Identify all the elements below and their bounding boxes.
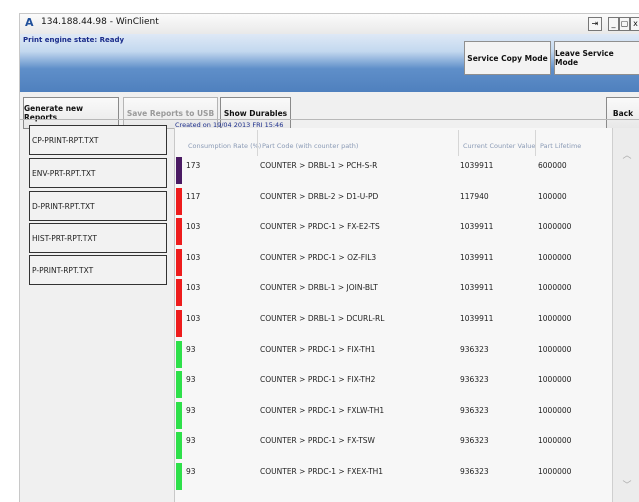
back-button[interactable]: Back	[606, 97, 639, 129]
service-copy-mode-button[interactable]: Service Copy Mode	[464, 41, 551, 75]
status-banner: Print engine state: Ready Service Copy M…	[20, 34, 639, 92]
pin-button[interactable]: ⇥	[588, 17, 602, 31]
consumption-rate-cell: 173	[186, 161, 201, 170]
counter-value-cell: 936323	[460, 405, 489, 415]
report-file-label: D-PRINT-RPT.TXT	[32, 201, 95, 211]
report-file-label: HIST-PRT-RPT.TXT	[32, 233, 97, 243]
counter-value-cell: 936323	[460, 436, 489, 446]
consumption-rate-cell: 93	[186, 344, 196, 354]
part-code-cell: COUNTER > PRDC-1 > OZ-FIL3	[260, 252, 377, 262]
service-copy-mode-label: Service Copy Mode	[467, 53, 548, 63]
column-divider	[257, 130, 258, 156]
part-lifetime-cell: 100000	[538, 191, 567, 201]
counter-value-cell: 1039911	[460, 161, 494, 170]
vertical-scrollbar[interactable]: ︿ ﹀	[612, 128, 639, 502]
consumption-color-bar	[176, 432, 182, 460]
window-title: 134.188.44.98 - WinClient	[41, 17, 159, 27]
part-code-cell: COUNTER > PRDC-1 > FIX-TH2	[260, 375, 376, 385]
maximize-button[interactable]: ▢	[619, 17, 630, 31]
part-code-cell: COUNTER > PRDC-1 > FX-E2-TS	[260, 222, 380, 232]
consumption-rate-cell: 93	[186, 405, 196, 415]
counter-value-cell: 936323	[460, 344, 489, 354]
part-lifetime-cell: 1000000	[538, 375, 572, 385]
scroll-down-icon[interactable]: ﹀	[619, 480, 635, 492]
consumption-rate-cell: 117	[186, 191, 201, 201]
column-divider	[458, 130, 459, 156]
part-lifetime-cell: 1000000	[538, 405, 572, 415]
part-code-cell: COUNTER > PRDC-1 > FX-TSW	[260, 436, 375, 446]
report-created-date: Created on 19/04 2013 FRI 15:46	[175, 121, 284, 129]
report-file-item[interactable]: D-PRINT-RPT.TXT	[29, 191, 167, 221]
consumption-color-bar	[176, 218, 182, 246]
report-file-label: P-PRINT-RPT.TXT	[32, 265, 94, 275]
column-header-part: Part Code (with counter path)	[262, 142, 359, 150]
consumption-rate-cell: 103	[186, 252, 201, 262]
column-divider	[535, 130, 536, 156]
report-file-item[interactable]: ENV-PRT-RPT.TXT	[29, 158, 167, 188]
column-header-lifetime: Part Lifetime	[540, 142, 582, 150]
winclient-window: A 134.188.44.98 - WinClient ⇥ _ ▢ x Prin…	[19, 13, 639, 502]
part-lifetime-cell: 1000000	[538, 467, 572, 476]
consumption-color-bar	[176, 371, 182, 399]
consumption-rate-cell: 93	[186, 436, 196, 446]
title-bar: A 134.188.44.98 - WinClient ⇥ _ ▢ x	[20, 14, 639, 35]
toolbar-divider	[20, 119, 639, 120]
part-lifetime-cell: 1000000	[538, 283, 572, 293]
part-lifetime-cell: 1000000	[538, 252, 572, 262]
column-header-counter: Current Counter Value	[463, 142, 536, 150]
minimize-button[interactable]: _	[608, 17, 619, 31]
column-header-rate: Consumption Rate (%)	[188, 142, 262, 150]
part-lifetime-cell: 1000000	[538, 222, 572, 232]
report-file-label: ENV-PRT-RPT.TXT	[32, 168, 96, 178]
consumption-rate-cell: 93	[186, 467, 196, 476]
scroll-up-icon[interactable]: ︿	[619, 150, 635, 162]
part-code-cell: COUNTER > PRDC-1 > FXEX-TH1	[260, 467, 384, 476]
save-reports-usb-label: Save Reports to USB	[126, 108, 215, 118]
consumption-color-bar	[176, 157, 182, 184]
counter-value-cell: 1039911	[460, 252, 494, 262]
consumption-color-bar	[176, 463, 182, 490]
consumption-color-bar	[176, 401, 182, 429]
counter-value-cell: 117940	[460, 191, 489, 201]
consumption-color-bar	[176, 279, 182, 307]
consumption-rate-cell: 93	[186, 375, 196, 385]
counter-value-cell: 936323	[460, 375, 489, 385]
part-lifetime-cell: 600000	[538, 161, 567, 170]
consumption-rate-cell: 103	[186, 283, 201, 293]
print-engine-status: Print engine state: Ready	[23, 36, 125, 44]
winclient-logo-icon: A	[25, 16, 34, 29]
leave-service-mode-button[interactable]: Leave Service Mode	[554, 41, 639, 75]
report-file-item[interactable]: HIST-PRT-RPT.TXT	[29, 223, 167, 253]
part-lifetime-cell: 1000000	[538, 436, 572, 446]
report-file-item[interactable]: P-PRINT-RPT.TXT	[29, 255, 167, 285]
part-lifetime-cell: 1000000	[538, 344, 572, 354]
consumption-rate-cell: 103	[186, 314, 201, 323]
consumption-color-bar	[176, 340, 182, 368]
part-code-cell: COUNTER > DRBL-2 > D1-U-PD	[260, 191, 379, 201]
report-file-item[interactable]: CP-PRINT-RPT.TXT	[29, 125, 167, 155]
consumption-color-bar	[176, 248, 182, 276]
part-lifetime-cell: 1000000	[538, 314, 572, 323]
consumption-rate-cell: 103	[186, 222, 201, 232]
consumption-color-bar	[176, 187, 182, 215]
part-code-cell: COUNTER > DRBL-1 > PCH-S-R	[260, 161, 378, 170]
counter-value-cell: 936323	[460, 467, 489, 476]
report-toolbar: Generate new Reports Save Reports to USB…	[20, 92, 639, 129]
leave-service-mode-label: Leave Service Mode	[555, 49, 614, 67]
back-label: Back	[612, 108, 634, 118]
close-button[interactable]: x	[630, 17, 639, 31]
part-code-cell: COUNTER > PRDC-1 > FXLW-TH1	[260, 405, 385, 415]
counter-value-cell: 1039911	[460, 314, 494, 323]
part-code-cell: COUNTER > DRBL-1 > JOIN-BLT	[260, 283, 378, 293]
part-code-cell: COUNTER > DRBL-1 > DCURL-RL	[260, 314, 385, 323]
counter-value-cell: 1039911	[460, 222, 494, 232]
consumption-color-bar	[176, 310, 182, 337]
report-file-label: CP-PRINT-RPT.TXT	[32, 135, 99, 145]
counter-value-cell: 1039911	[460, 283, 494, 293]
show-durables-label: Show Durables	[223, 108, 288, 118]
part-code-cell: COUNTER > PRDC-1 > FIX-TH1	[260, 344, 376, 354]
